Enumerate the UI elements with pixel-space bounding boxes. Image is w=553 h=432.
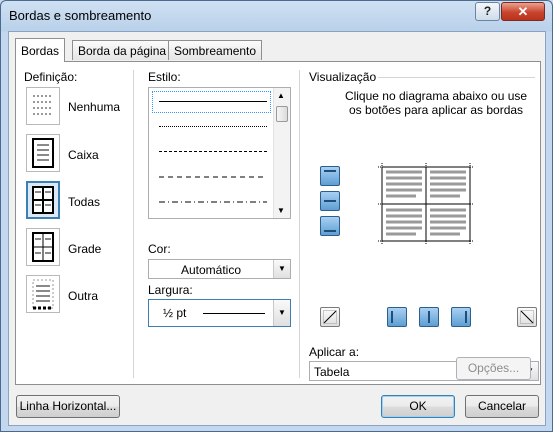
setting-grade-label[interactable]: Grade [68, 242, 101, 256]
width-line-sample [203, 313, 265, 314]
help-button[interactable]: ? [475, 2, 500, 21]
window-title: Bordas e sombreamento [9, 8, 152, 23]
ok-button[interactable]: OK [381, 395, 455, 418]
style-listbox[interactable]: ▲ ▼ [148, 87, 291, 219]
options-button[interactable]: Opções... [456, 357, 531, 380]
preview-diagram[interactable] [378, 163, 474, 245]
border-right-button[interactable] [451, 307, 471, 327]
border-left-button[interactable] [387, 307, 407, 327]
border-all-icon[interactable] [26, 181, 60, 219]
border-bottom-icon [324, 230, 336, 232]
border-grid-icon[interactable] [26, 228, 60, 266]
width-label: Largura: [148, 283, 193, 297]
chevron-down-icon[interactable]: ▼ [273, 300, 290, 326]
scroll-thumb[interactable] [276, 106, 288, 122]
tab-bordas-label: Bordas [21, 44, 60, 58]
style-option-dotted[interactable] [159, 126, 267, 127]
dialog-client-area: Bordas Borda da página Sombreamento Defi… [8, 31, 546, 426]
tab-borda-da-pagina-label: Borda da página [78, 44, 167, 58]
setting-outra-label[interactable]: Outra [68, 289, 98, 303]
apply-to-value: Tabela [314, 365, 350, 379]
tab-sombreamento[interactable]: Sombreamento [168, 40, 263, 60]
chevron-down-icon[interactable]: ▼ [273, 260, 290, 278]
style-heading: Estilo: [148, 70, 181, 84]
border-right-icon [465, 311, 467, 323]
color-label: Cor: [148, 242, 171, 256]
preview-heading: Visualização [309, 70, 377, 84]
tab-borda-da-pagina[interactable]: Borda da página [72, 40, 173, 60]
scroll-down-icon[interactable]: ▼ [277, 206, 285, 215]
border-top-button[interactable] [320, 166, 340, 186]
color-combobox[interactable]: Automático ▼ [148, 259, 291, 279]
border-none-icon[interactable] [26, 87, 60, 125]
tab-sombreamento-label: Sombreamento [174, 44, 257, 58]
tab-bordas[interactable]: Bordas [15, 38, 66, 62]
border-bottom-button[interactable] [320, 216, 340, 236]
close-button[interactable]: ✕ [501, 2, 545, 21]
style-selection-box [152, 91, 271, 113]
style-option-dashed-small[interactable] [159, 151, 267, 152]
tab-panel-bordas: Definição: Nenhuma Caixa Todas Grade Out… [15, 61, 541, 385]
border-inside-vertical-button[interactable] [419, 307, 439, 327]
color-value: Automático [180, 263, 242, 277]
border-inside-vertical-icon [428, 311, 430, 323]
setting-todas-label[interactable]: Todas [68, 195, 100, 209]
border-box-icon[interactable] [26, 134, 60, 172]
cancel-button[interactable]: Cancelar [465, 395, 539, 418]
title-bar[interactable]: Bordas e sombreamento ? ✕ [1, 1, 552, 31]
style-option-solid[interactable] [159, 101, 267, 102]
diagonal-up-button[interactable] [517, 307, 537, 327]
setting-nenhuma-label[interactable]: Nenhuma [68, 100, 120, 114]
diagonal-down-button[interactable] [320, 307, 340, 327]
scroll-up-icon[interactable]: ▲ [277, 91, 285, 100]
setting-caixa-label[interactable]: Caixa [68, 148, 99, 162]
horizontal-line-button[interactable]: Linha Horizontal... [16, 395, 120, 418]
border-custom-icon[interactable] [26, 275, 60, 313]
style-scrollbar[interactable]: ▲ ▼ [273, 88, 290, 218]
width-combobox[interactable]: ½ pt ▼ [148, 299, 291, 327]
column-divider [133, 70, 134, 378]
dialog-window: Bordas e sombreamento ? ✕ Bordas Borda d… [0, 0, 553, 432]
width-value: ½ pt [163, 306, 187, 320]
preview-instructions: Clique no diagrama abaixo ou use os botõ… [344, 89, 528, 117]
border-left-icon [391, 311, 393, 323]
border-inside-horizontal-icon [324, 200, 336, 202]
diagonal-down-icon [520, 310, 534, 324]
border-inside-horizontal-button[interactable] [320, 191, 340, 211]
diagonal-up-icon [323, 310, 337, 324]
apply-to-label: Aplicar a: [309, 345, 360, 359]
column-divider-right [299, 70, 300, 378]
border-top-icon [324, 170, 336, 172]
preview-heading-rule [378, 77, 535, 78]
settings-heading: Definição: [24, 70, 78, 84]
